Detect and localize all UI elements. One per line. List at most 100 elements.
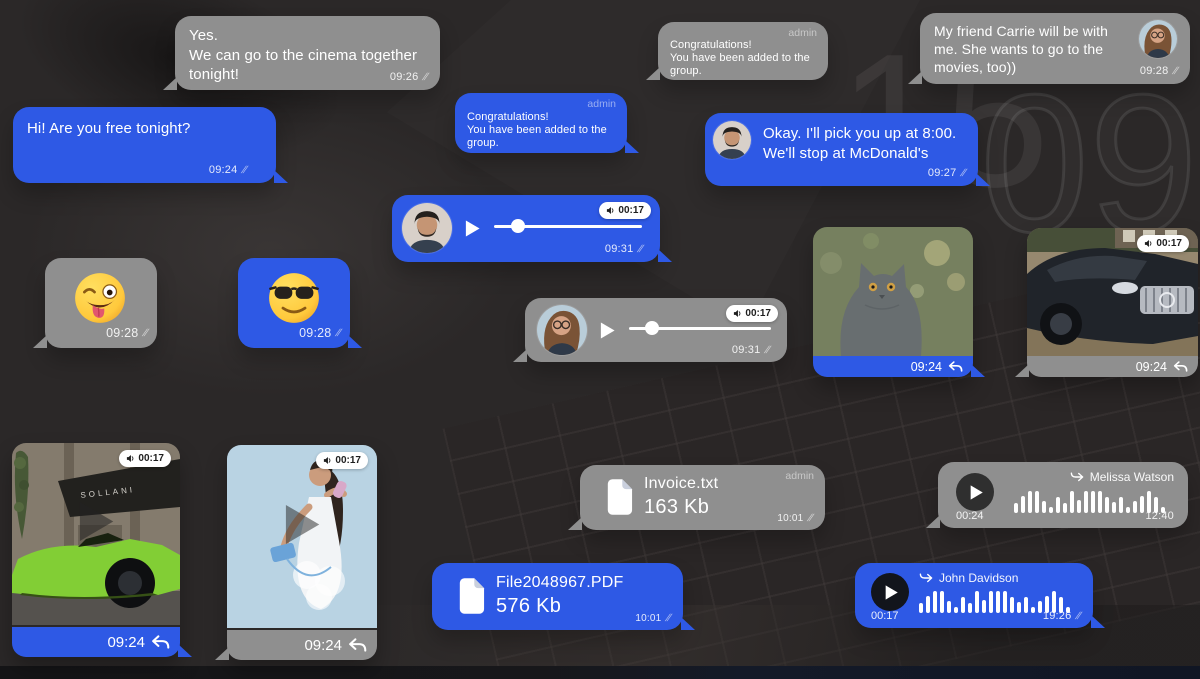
woman-avatar-icon [1139,20,1177,58]
message-meta: 10:01 [777,513,812,524]
voice-progress-slider[interactable] [629,320,771,336]
message-time: 12:40 [1145,510,1174,522]
message-admin-notice-gray[interactable]: admin Congratulations! You have been add… [658,22,828,80]
waveform-bar [933,591,937,613]
play-button[interactable] [871,573,909,611]
avatar[interactable] [713,121,751,159]
message-text-yes[interactable]: Yes. We can go to the cinema together to… [175,16,440,90]
message-photo-cat[interactable]: 09:24 [813,227,973,377]
audio-waveform[interactable] [1014,487,1165,513]
message-admin-notice-blue[interactable]: admin Congratulations! You have been add… [455,93,627,153]
message-video-car[interactable]: 09:24 00:17 [1027,228,1198,377]
voice-progress-slider[interactable] [494,218,642,234]
man-avatar-icon [402,203,452,253]
file-document-icon [605,477,633,522]
message-meta: 19:26 [1043,610,1080,622]
cat-photo[interactable] [813,227,973,356]
read-receipt-icon [142,328,148,339]
message-line: You have been added to the group. [467,124,615,150]
duration-badge: 00:17 [316,452,368,469]
speaker-icon [126,454,135,463]
waveform-bar [947,601,951,613]
chat-wallpaper-canvas: 15 09 Yes. We can go to the cinema toget… [0,0,1200,679]
audio-message-john[interactable]: 00:17 John Davidson 19:26 [855,563,1093,628]
bubble-tail [976,173,990,186]
waveform-bar [982,600,986,613]
winking-tongue-emoji-icon [73,271,127,325]
message-meta: 12:40 [1145,510,1174,522]
message-video-girl[interactable]: 09:24 00:17 [227,445,377,660]
bubble-tail [348,335,362,348]
message-line: Yes. [189,26,426,46]
file-name: File2048967.PDF [496,574,624,592]
message-time: 09:24 [209,164,238,176]
waveform-bar [940,591,944,613]
read-receipt-icon [241,165,247,176]
audio-duration: 00:24 [956,510,984,522]
play-button[interactable] [462,217,482,239]
play-overlay-button[interactable] [281,501,323,552]
bubble-tail [178,644,192,657]
waveform-bar [1098,491,1102,513]
message-meta: 09:26 [390,71,427,83]
read-receipt-icon [335,328,341,339]
media-frame: SOLLANI 09:24 [12,443,180,657]
duration-badge: 00:17 [119,450,171,467]
waveform-bar [1119,497,1123,513]
message-text-hi[interactable]: Hi! Are you free tonight? 09:24 [13,107,276,183]
file-size: 163 Kb [644,496,709,519]
read-receipt-icon [1075,611,1081,622]
waveform-bar [1038,601,1042,613]
bubble-tail [163,77,177,90]
play-overlay-button[interactable] [75,499,117,550]
message-meta: 09:31 [605,243,642,255]
media-footer: 09:24 [12,627,180,657]
message-file-invoice[interactable]: admin Invoice.txt 163 Kb 10:01 [580,465,825,530]
play-button[interactable] [597,319,617,341]
message-meta: 10:01 [635,613,670,624]
message-file-pdf[interactable]: File2048967.PDF 576 Kb 10:01 [432,563,683,630]
play-icon [599,321,616,340]
read-receipt-icon [665,613,671,624]
message-line: Hi! Are you free tonight? [27,119,262,139]
message-emoji-wink[interactable]: 09:28 [45,258,157,348]
read-receipt-icon [764,345,770,356]
waveform-bar [1035,491,1039,513]
reply-arrow-icon [348,638,367,652]
bubble-tail [1015,364,1029,377]
message-time: 09:24 [304,637,342,654]
waveform-bar [1091,491,1095,513]
message-text-carrie[interactable]: My friend Carrie will be with me. She wa… [920,13,1190,84]
duration-text: 00:17 [138,453,164,464]
message-time: 09:28 [1140,65,1169,77]
avatar[interactable] [1139,20,1177,58]
waveform-bar [1014,503,1018,513]
waveform-bar [961,597,965,613]
message-text-okay[interactable]: Okay. I'll pick you up at 8:00. We'll st… [705,113,978,186]
waveform-bar [1049,507,1053,513]
read-receipt-icon [807,513,813,524]
message-meta: 09:27 [928,167,965,179]
avatar[interactable] [402,203,452,253]
play-icon [884,584,899,601]
bubble-tail [513,349,527,362]
message-time: 19:26 [1043,610,1072,622]
message-emoji-sunglasses[interactable]: 09:28 [238,258,350,348]
voice-message-blue[interactable]: 00:17 09:31 [392,195,660,262]
message-video-lamborghini[interactable]: SOLLANI 09:24 [12,443,180,657]
slider-knob[interactable] [645,321,659,335]
waveform-bar [1021,496,1025,513]
slider-knob[interactable] [511,219,525,233]
audio-message-melissa[interactable]: 00:24 Melissa Watson 12:40 [938,462,1188,528]
message-time: 10:01 [635,613,661,624]
waveform-bar [1003,591,1007,613]
play-icon [969,484,984,501]
message-line: Congratulations! [670,39,816,52]
duration-text: 00:17 [335,455,361,466]
bubble-tail [274,170,288,183]
voice-message-gray[interactable]: 00:17 09:31 [525,298,787,362]
sunglasses-emoji-icon [267,271,321,325]
message-line: Okay. I'll pick you up at 8:00. We'll st… [763,124,964,163]
play-button[interactable] [956,473,994,511]
avatar[interactable] [537,305,587,355]
